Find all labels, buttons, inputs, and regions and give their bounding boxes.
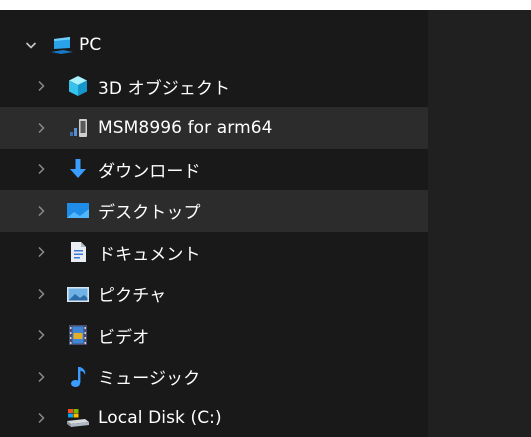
chevron-right-icon[interactable] xyxy=(32,190,50,232)
nav-item-videos[interactable]: ビデオ xyxy=(0,315,428,357)
nav-item-label: Local Disk (C:) xyxy=(98,408,222,429)
music-icon xyxy=(66,365,90,389)
computer-icon xyxy=(50,33,74,57)
explorer-window: PC 3D オブジェクト MSM8996 for arm64 ダウンロード デス… xyxy=(0,0,531,437)
downloads-icon xyxy=(66,157,90,181)
nav-item-label: ダウンロード xyxy=(98,161,201,182)
nav-item-local-disk[interactable]: Local Disk (C:) xyxy=(0,398,428,437)
phone-device-icon xyxy=(66,116,90,140)
nav-item-pc[interactable]: PC xyxy=(0,24,428,66)
desktop-icon xyxy=(66,199,90,223)
nav-item-documents[interactable]: ドキュメント xyxy=(0,232,428,274)
nav-item-label: ドキュメント xyxy=(98,244,201,265)
documents-icon xyxy=(66,240,90,264)
nav-item-label: ミュージック xyxy=(98,369,201,390)
nav-item-msm8996[interactable]: MSM8996 for arm64 xyxy=(0,107,428,149)
nav-item-label: PC xyxy=(79,34,102,55)
chevron-right-icon[interactable] xyxy=(32,273,50,315)
3d-objects-icon xyxy=(66,74,90,98)
local-disk-icon xyxy=(66,406,90,430)
nav-item-label: ビデオ xyxy=(98,327,150,348)
navigation-pane[interactable]: PC 3D オブジェクト MSM8996 for arm64 ダウンロード デス… xyxy=(0,10,428,437)
chevron-right-icon[interactable] xyxy=(32,66,50,108)
nav-item-music[interactable]: ミュージック xyxy=(0,356,428,398)
chevron-right-icon[interactable] xyxy=(32,315,50,357)
nav-item-downloads[interactable]: ダウンロード xyxy=(0,149,428,191)
chevron-down-icon[interactable] xyxy=(22,24,40,66)
chevron-right-icon[interactable] xyxy=(32,149,50,191)
chevron-right-icon[interactable] xyxy=(32,107,50,149)
content-pane[interactable] xyxy=(428,10,531,437)
chevron-right-icon[interactable] xyxy=(32,398,50,437)
nav-item-pictures[interactable]: ピクチャ xyxy=(0,273,428,315)
nav-item-label: 3D オブジェクト xyxy=(98,78,231,99)
videos-icon xyxy=(66,323,90,347)
chevron-right-icon[interactable] xyxy=(32,232,50,274)
nav-item-desktop[interactable]: デスクトップ xyxy=(0,190,428,232)
nav-item-label: デスクトップ xyxy=(98,203,201,224)
navigation-tree: PC 3D オブジェクト MSM8996 for arm64 ダウンロード デス… xyxy=(0,24,428,437)
nav-item-3d-objects[interactable]: 3D オブジェクト xyxy=(0,66,428,108)
pictures-icon xyxy=(66,282,90,306)
nav-item-label: ピクチャ xyxy=(98,286,167,307)
nav-item-label: MSM8996 for arm64 xyxy=(98,117,273,138)
chevron-right-icon[interactable] xyxy=(32,356,50,398)
